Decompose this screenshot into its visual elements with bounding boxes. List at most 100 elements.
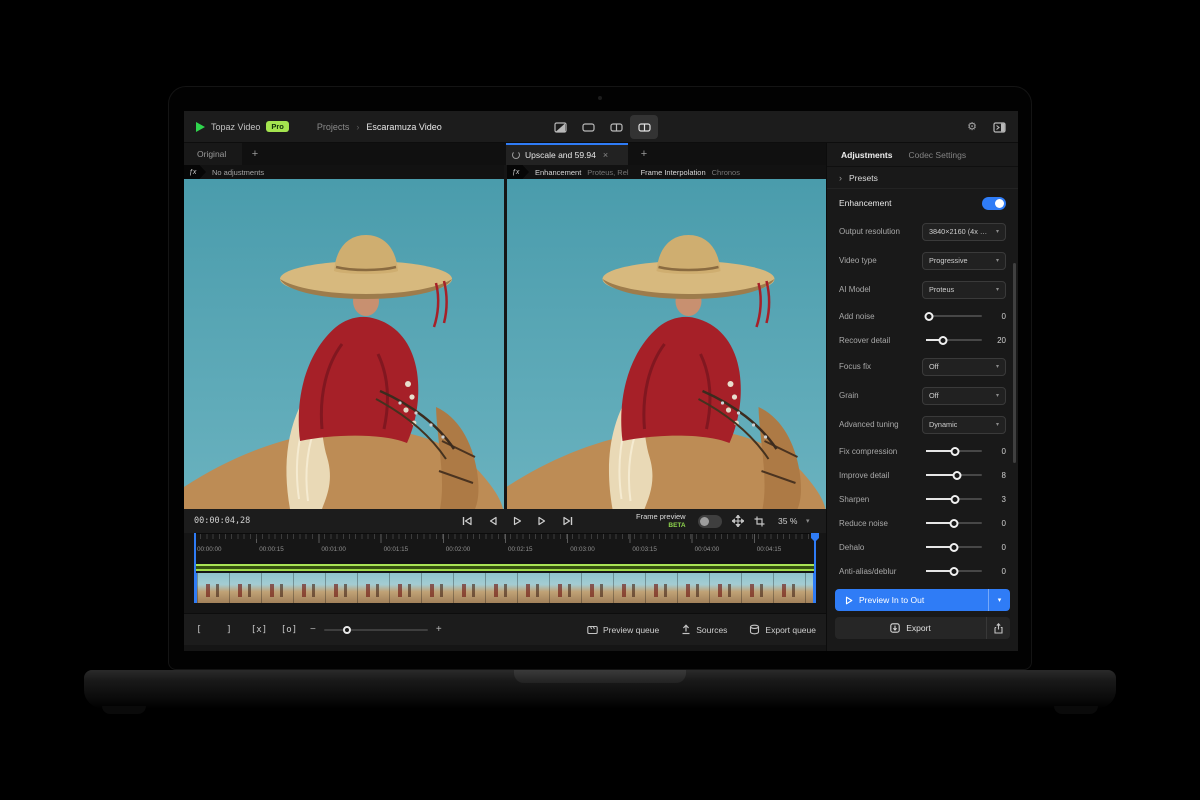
video-preview-enhanced[interactable] — [507, 179, 826, 509]
tab-close-icon[interactable]: × — [603, 150, 608, 160]
output-resolution-dropdown[interactable]: 3840×2160 (4x … ▾ — [922, 223, 1006, 241]
chevron-down-icon: ▾ — [996, 257, 999, 264]
clear-in-out-button[interactable]: [x] — [244, 625, 274, 635]
film-icon — [587, 625, 598, 635]
grain-dropdown[interactable]: Off ▾ — [922, 387, 1006, 405]
brand-play-icon — [196, 122, 205, 132]
zoom-chevron-down-icon[interactable]: ▾ — [806, 517, 810, 525]
fix-compression-slider[interactable] — [926, 447, 982, 456]
recover-detail-slider[interactable] — [926, 336, 982, 345]
reduce-noise-slider[interactable] — [926, 519, 982, 528]
zoom-slider-knob[interactable] — [343, 626, 351, 634]
crop-icon[interactable] — [754, 516, 765, 527]
add-tab-button[interactable]: + — [242, 143, 268, 165]
timeline-zoom-control: − + — [310, 624, 442, 635]
share-icon[interactable] — [986, 617, 1010, 639]
render-progress-bar — [194, 564, 816, 571]
tab-upscale[interactable]: Upscale and 59.94 × — [506, 143, 628, 165]
slider-knob[interactable] — [938, 336, 947, 345]
dropdown-value: Proteus — [929, 285, 954, 294]
add-tab-button-right[interactable]: + — [632, 143, 656, 165]
zoom-in-button[interactable]: + — [436, 624, 442, 635]
dehalo-slider[interactable] — [926, 543, 982, 552]
frame-preview-toggle[interactable] — [698, 515, 722, 528]
video-type-dropdown[interactable]: Progressive ▾ — [922, 252, 1006, 270]
slider-knob[interactable] — [950, 519, 959, 528]
set-in-point-button[interactable]: [ — [184, 625, 214, 635]
slider-value: 0 — [992, 447, 1006, 456]
play-outline-icon — [845, 596, 853, 605]
video-column: Original + Upscale and 59.94 × + ƒx No a… — [184, 143, 826, 651]
setting-label: Video type — [839, 256, 877, 265]
slider-knob[interactable] — [950, 543, 959, 552]
preview-options-chevron[interactable]: ▾ — [988, 589, 1010, 611]
focus-fix-dropdown[interactable]: Off ▾ — [922, 358, 1006, 376]
zoom-level-value[interactable]: 35 % — [778, 516, 797, 526]
view-mode-side-by-side-icon[interactable] — [630, 115, 658, 139]
sharpen-slider[interactable] — [926, 495, 982, 504]
toggle-panel-icon[interactable] — [993, 122, 1006, 133]
enhancement-toggle[interactable] — [982, 197, 1006, 210]
add-noise-slider[interactable] — [926, 312, 982, 321]
tab-adjustments[interactable]: Adjustments — [841, 150, 892, 160]
setting-row-recover-detail: Recover detail 20 — [827, 328, 1018, 352]
preview-in-to-out-button[interactable]: Preview In to Out ▾ — [835, 589, 1010, 611]
video-preview-original[interactable] — [184, 179, 504, 509]
go-to-end-button[interactable] — [562, 515, 574, 527]
timeline-ruler[interactable]: 00:00:00 00:00:15 00:01:00 00:01:15 00:0… — [194, 533, 816, 561]
step-forward-button[interactable] — [537, 515, 548, 527]
loop-in-out-button[interactable]: [o] — [274, 625, 304, 635]
tab-codec-settings[interactable]: Codec Settings — [908, 150, 966, 160]
improve-detail-slider[interactable] — [926, 471, 982, 480]
export-queue-button[interactable]: Export queue — [749, 624, 816, 635]
enhancement-row: Enhancement — [827, 189, 1018, 217]
breadcrumb-projects[interactable]: Projects — [317, 122, 350, 132]
step-back-button[interactable] — [487, 515, 498, 527]
pan-icon[interactable] — [732, 515, 744, 527]
setting-label: AI Model — [839, 285, 871, 294]
enhancement-label: Enhancement — [839, 198, 891, 208]
preview-queue-button[interactable]: Preview queue — [587, 625, 659, 635]
panel-scrollbar[interactable] — [1013, 263, 1016, 463]
processing-spinner-icon — [512, 151, 520, 159]
brand-name: Topaz Video — [211, 122, 260, 132]
view-mode-original-icon[interactable] — [546, 115, 574, 139]
anti-alias-deblur-slider[interactable] — [926, 567, 982, 576]
fx-icon[interactable]: ƒx — [507, 165, 529, 179]
playhead[interactable] — [814, 533, 816, 603]
clip-filmstrip[interactable] — [194, 573, 816, 603]
right-pane-status-strip: ƒx Enhancement Proteus, Rel Frame Interp… — [507, 165, 826, 179]
top-bar: Topaz Video Pro Projects › Escaramuza Vi… — [184, 111, 1018, 143]
setting-label: Reduce noise — [839, 519, 888, 528]
play-button[interactable] — [512, 515, 523, 527]
setting-row-ai-model: AI Model Proteus ▾ — [827, 275, 1018, 304]
fx-icon[interactable]: ƒx — [184, 165, 206, 179]
slider-knob[interactable] — [925, 312, 934, 321]
slider-value: 3 — [992, 495, 1006, 504]
view-mode-single-icon[interactable] — [574, 115, 602, 139]
set-out-point-button[interactable]: ] — [214, 625, 244, 635]
export-button[interactable]: Export — [835, 617, 1010, 639]
slider-knob[interactable] — [951, 495, 960, 504]
view-mode-split-icon[interactable] — [602, 115, 630, 139]
slider-knob[interactable] — [952, 471, 961, 480]
frame-preview-label: Frame preview — [636, 513, 686, 521]
settings-gear-icon[interactable]: ⚙ — [967, 122, 977, 133]
setting-row-output-resolution: Output resolution 3840×2160 (4x … ▾ — [827, 217, 1018, 246]
breadcrumb-separator: › — [356, 122, 359, 132]
timeline-zoom-slider[interactable] — [324, 626, 428, 634]
dropdown-value: Off — [929, 362, 939, 371]
slider-knob[interactable] — [951, 447, 960, 456]
go-to-start-button[interactable] — [461, 515, 473, 527]
slider-knob[interactable] — [950, 567, 959, 576]
ruler-label: 00:04:00 — [695, 546, 720, 553]
tab-original[interactable]: Original — [184, 143, 242, 165]
app-logo[interactable]: Topaz Video Pro — [184, 121, 289, 132]
in-point-marker[interactable] — [194, 533, 196, 603]
sources-button[interactable]: Sources — [681, 624, 727, 635]
presets-row[interactable]: › Presets — [827, 167, 1018, 189]
breadcrumb-current: Escaramuza Video — [366, 122, 441, 132]
ai-model-dropdown[interactable]: Proteus ▾ — [922, 281, 1006, 299]
zoom-out-button[interactable]: − — [310, 624, 316, 635]
advanced-tuning-dropdown[interactable]: Dynamic ▾ — [922, 416, 1006, 434]
